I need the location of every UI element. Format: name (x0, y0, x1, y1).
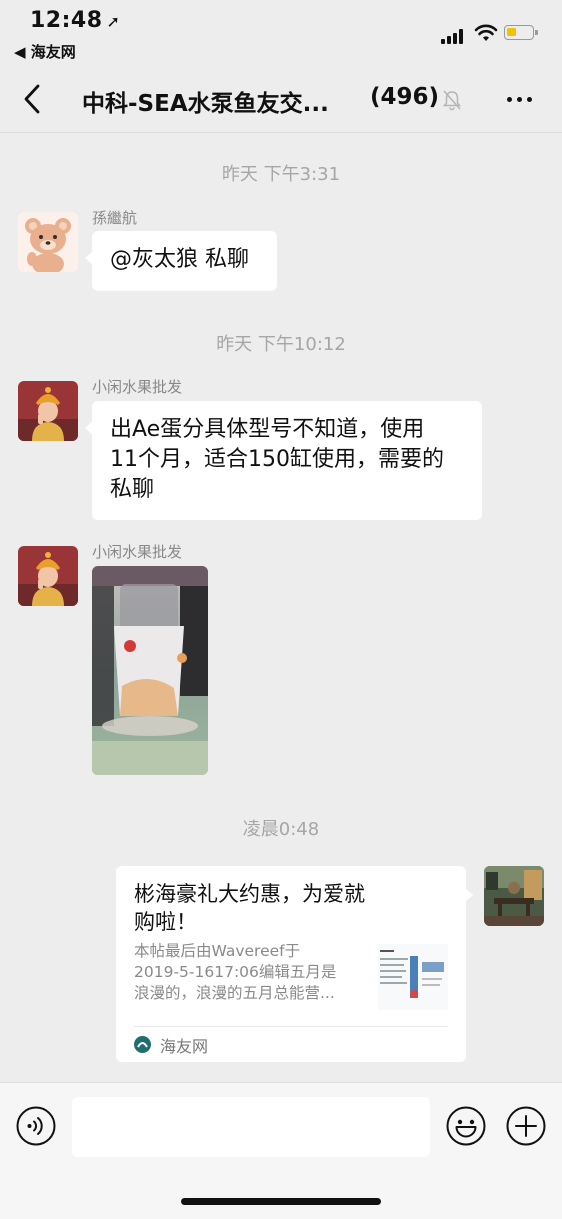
back-to-app-link[interactable]: ◀ 海友网 (14, 41, 76, 62)
card-source: 海友网 (160, 1037, 209, 1056)
emoji-icon[interactable] (446, 1106, 486, 1146)
back-chevron-icon[interactable] (20, 82, 46, 116)
status-time: 12:48 ➚ (30, 8, 121, 33)
sender-name: 小闲水果批发 (92, 543, 183, 561)
cafe-avatar-icon (484, 866, 544, 926)
avatar[interactable] (18, 212, 78, 272)
status-bar: 12:48 ➚ ◀ 海友网 (0, 0, 562, 70)
chat-title: 中科-SEA水泵鱼友交... (82, 91, 329, 117)
source-logo-icon (134, 1036, 151, 1053)
girl-avatar-icon (18, 546, 78, 606)
message-bubble[interactable]: @灰太狼 私聊 (85, 231, 277, 291)
bear-avatar-icon (18, 212, 78, 272)
location-arrow-icon: ➚ (106, 12, 121, 31)
message-timestamp: 凌晨0:48 (242, 819, 320, 840)
message-text: @灰太狼 私聊 (110, 247, 249, 272)
message-text-line: 私聊 (110, 477, 155, 502)
chat-header: 中科-SEA水泵鱼友交... (496) (0, 70, 562, 133)
avatar[interactable] (18, 381, 78, 441)
avatar[interactable] (18, 546, 78, 606)
cellular-signal-icon (441, 28, 467, 44)
message-timestamp: 昨天 下午10:12 (216, 334, 346, 355)
card-divider (134, 1026, 448, 1027)
card-thumbnail (378, 944, 448, 1010)
message-text-line: 出Ae蛋分具体型号不知道，使用 (110, 417, 425, 442)
battery-icon (504, 25, 538, 40)
card-description: 本帖最后由Wavereef于 2019-5-1617:06编辑五月是 浪漫的，浪… (134, 942, 337, 1002)
sender-name: 孫繼航 (92, 209, 138, 227)
plus-icon[interactable] (506, 1106, 546, 1146)
more-options-button[interactable] (500, 86, 540, 112)
image-message[interactable] (92, 566, 208, 775)
member-count: (496) (370, 84, 440, 110)
message-text-line: 11个月，适合150缸使用，需要的 (110, 447, 444, 472)
sender-name: 小闲水果批发 (92, 378, 183, 396)
my-avatar[interactable] (484, 866, 544, 926)
voice-input-icon[interactable] (16, 1106, 56, 1146)
home-indicator[interactable] (181, 1198, 381, 1205)
skimmer-photo (92, 566, 208, 775)
girl-avatar-icon (18, 381, 78, 441)
card-title: 彬海豪礼大约惠，为爱就 购啦！ (134, 882, 365, 934)
message-input[interactable] (72, 1097, 430, 1157)
message-bubble[interactable]: 出Ae蛋分具体型号不知道，使用 11个月，适合150缸使用，需要的 私聊 (85, 401, 482, 520)
link-card[interactable]: 彬海豪礼大约惠，为爱就 购啦！ 本帖最后由Wavereef于 2019-5-16… (116, 866, 473, 1062)
mute-bell-icon (442, 90, 462, 111)
wifi-icon (474, 24, 498, 41)
message-timestamp: 昨天 下午3:31 (221, 164, 341, 185)
input-bar (0, 1082, 562, 1219)
